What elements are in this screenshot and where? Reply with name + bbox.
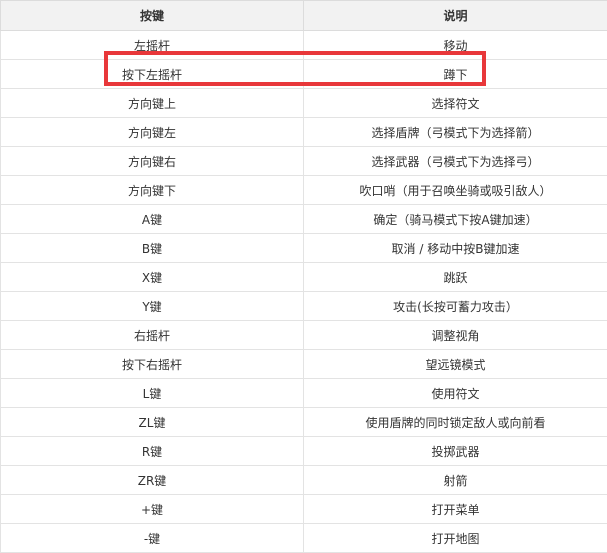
table-row: Y键 攻击(长按可蓄力攻击）	[1, 292, 607, 321]
description-cell: 投掷武器	[304, 437, 607, 466]
header-key: 按键	[1, 1, 304, 31]
key-cell: 左摇杆	[1, 31, 304, 60]
table-row: 按下右摇杆 望远镜模式	[1, 350, 607, 379]
table-row: B键 取消 / 移动中按B键加速	[1, 234, 607, 263]
key-cell: X键	[1, 263, 304, 292]
description-cell: 射箭	[304, 466, 607, 495]
table-row: 右摇杆 调整视角	[1, 321, 607, 350]
key-cell: 方向键右	[1, 147, 304, 176]
table-row: 方向键上 选择符文	[1, 89, 607, 118]
table-header-row: 按键 说明	[1, 1, 607, 31]
table-row: ZL键 使用盾牌的同时锁定敌人或向前看	[1, 408, 607, 437]
key-cell: +键	[1, 495, 304, 524]
description-cell: 使用盾牌的同时锁定敌人或向前看	[304, 408, 607, 437]
description-cell: 选择符文	[304, 89, 607, 118]
description-cell: 打开地图	[304, 524, 607, 553]
table-row: 方向键右 选择武器（弓模式下为选择弓）	[1, 147, 607, 176]
description-cell: 移动	[304, 31, 607, 60]
key-cell: R键	[1, 437, 304, 466]
key-cell: 方向键下	[1, 176, 304, 205]
description-cell: 确定（骑马模式下按A键加速）	[304, 205, 607, 234]
description-cell: 打开菜单	[304, 495, 607, 524]
description-cell: 调整视角	[304, 321, 607, 350]
key-cell: Y键	[1, 292, 304, 321]
description-cell: 蹲下	[304, 60, 607, 89]
table-row: L键 使用符文	[1, 379, 607, 408]
description-cell: 望远镜模式	[304, 350, 607, 379]
key-cell: 方向键上	[1, 89, 304, 118]
table-row: 左摇杆 移动	[1, 31, 607, 60]
key-cell: 右摇杆	[1, 321, 304, 350]
key-cell: 方向键左	[1, 118, 304, 147]
key-cell: ZR键	[1, 466, 304, 495]
key-cell: A键	[1, 205, 304, 234]
key-cell: 按下右摇杆	[1, 350, 304, 379]
table-row: X键 跳跃	[1, 263, 607, 292]
table-row: R键 投掷武器	[1, 437, 607, 466]
description-cell: 攻击(长按可蓄力攻击）	[304, 292, 607, 321]
description-cell: 使用符文	[304, 379, 607, 408]
table-row: 方向键下 吹口哨（用于召唤坐骑或吸引敌人）	[1, 176, 607, 205]
table-row: 按下左摇杆 蹲下	[1, 60, 607, 89]
key-cell: B键	[1, 234, 304, 263]
key-cell: -键	[1, 524, 304, 553]
table-row: +键 打开菜单	[1, 495, 607, 524]
description-cell: 选择武器（弓模式下为选择弓）	[304, 147, 607, 176]
description-cell: 取消 / 移动中按B键加速	[304, 234, 607, 263]
description-cell: 跳跃	[304, 263, 607, 292]
description-cell: 吹口哨（用于召唤坐骑或吸引敌人）	[304, 176, 607, 205]
table-row: -键 打开地图	[1, 524, 607, 553]
table-row: 方向键左 选择盾牌（弓模式下为选择箭）	[1, 118, 607, 147]
header-description: 说明	[304, 1, 607, 31]
description-cell: 选择盾牌（弓模式下为选择箭）	[304, 118, 607, 147]
key-cell: L键	[1, 379, 304, 408]
table-row: A键 确定（骑马模式下按A键加速）	[1, 205, 607, 234]
key-cell: 按下左摇杆	[1, 60, 304, 89]
table-row: ZR键 射箭	[1, 466, 607, 495]
key-cell: ZL键	[1, 408, 304, 437]
controls-table: 按键 说明 左摇杆 移动 按下左摇杆 蹲下 方向键上 选择符文 方向键左 选择盾…	[0, 0, 607, 553]
